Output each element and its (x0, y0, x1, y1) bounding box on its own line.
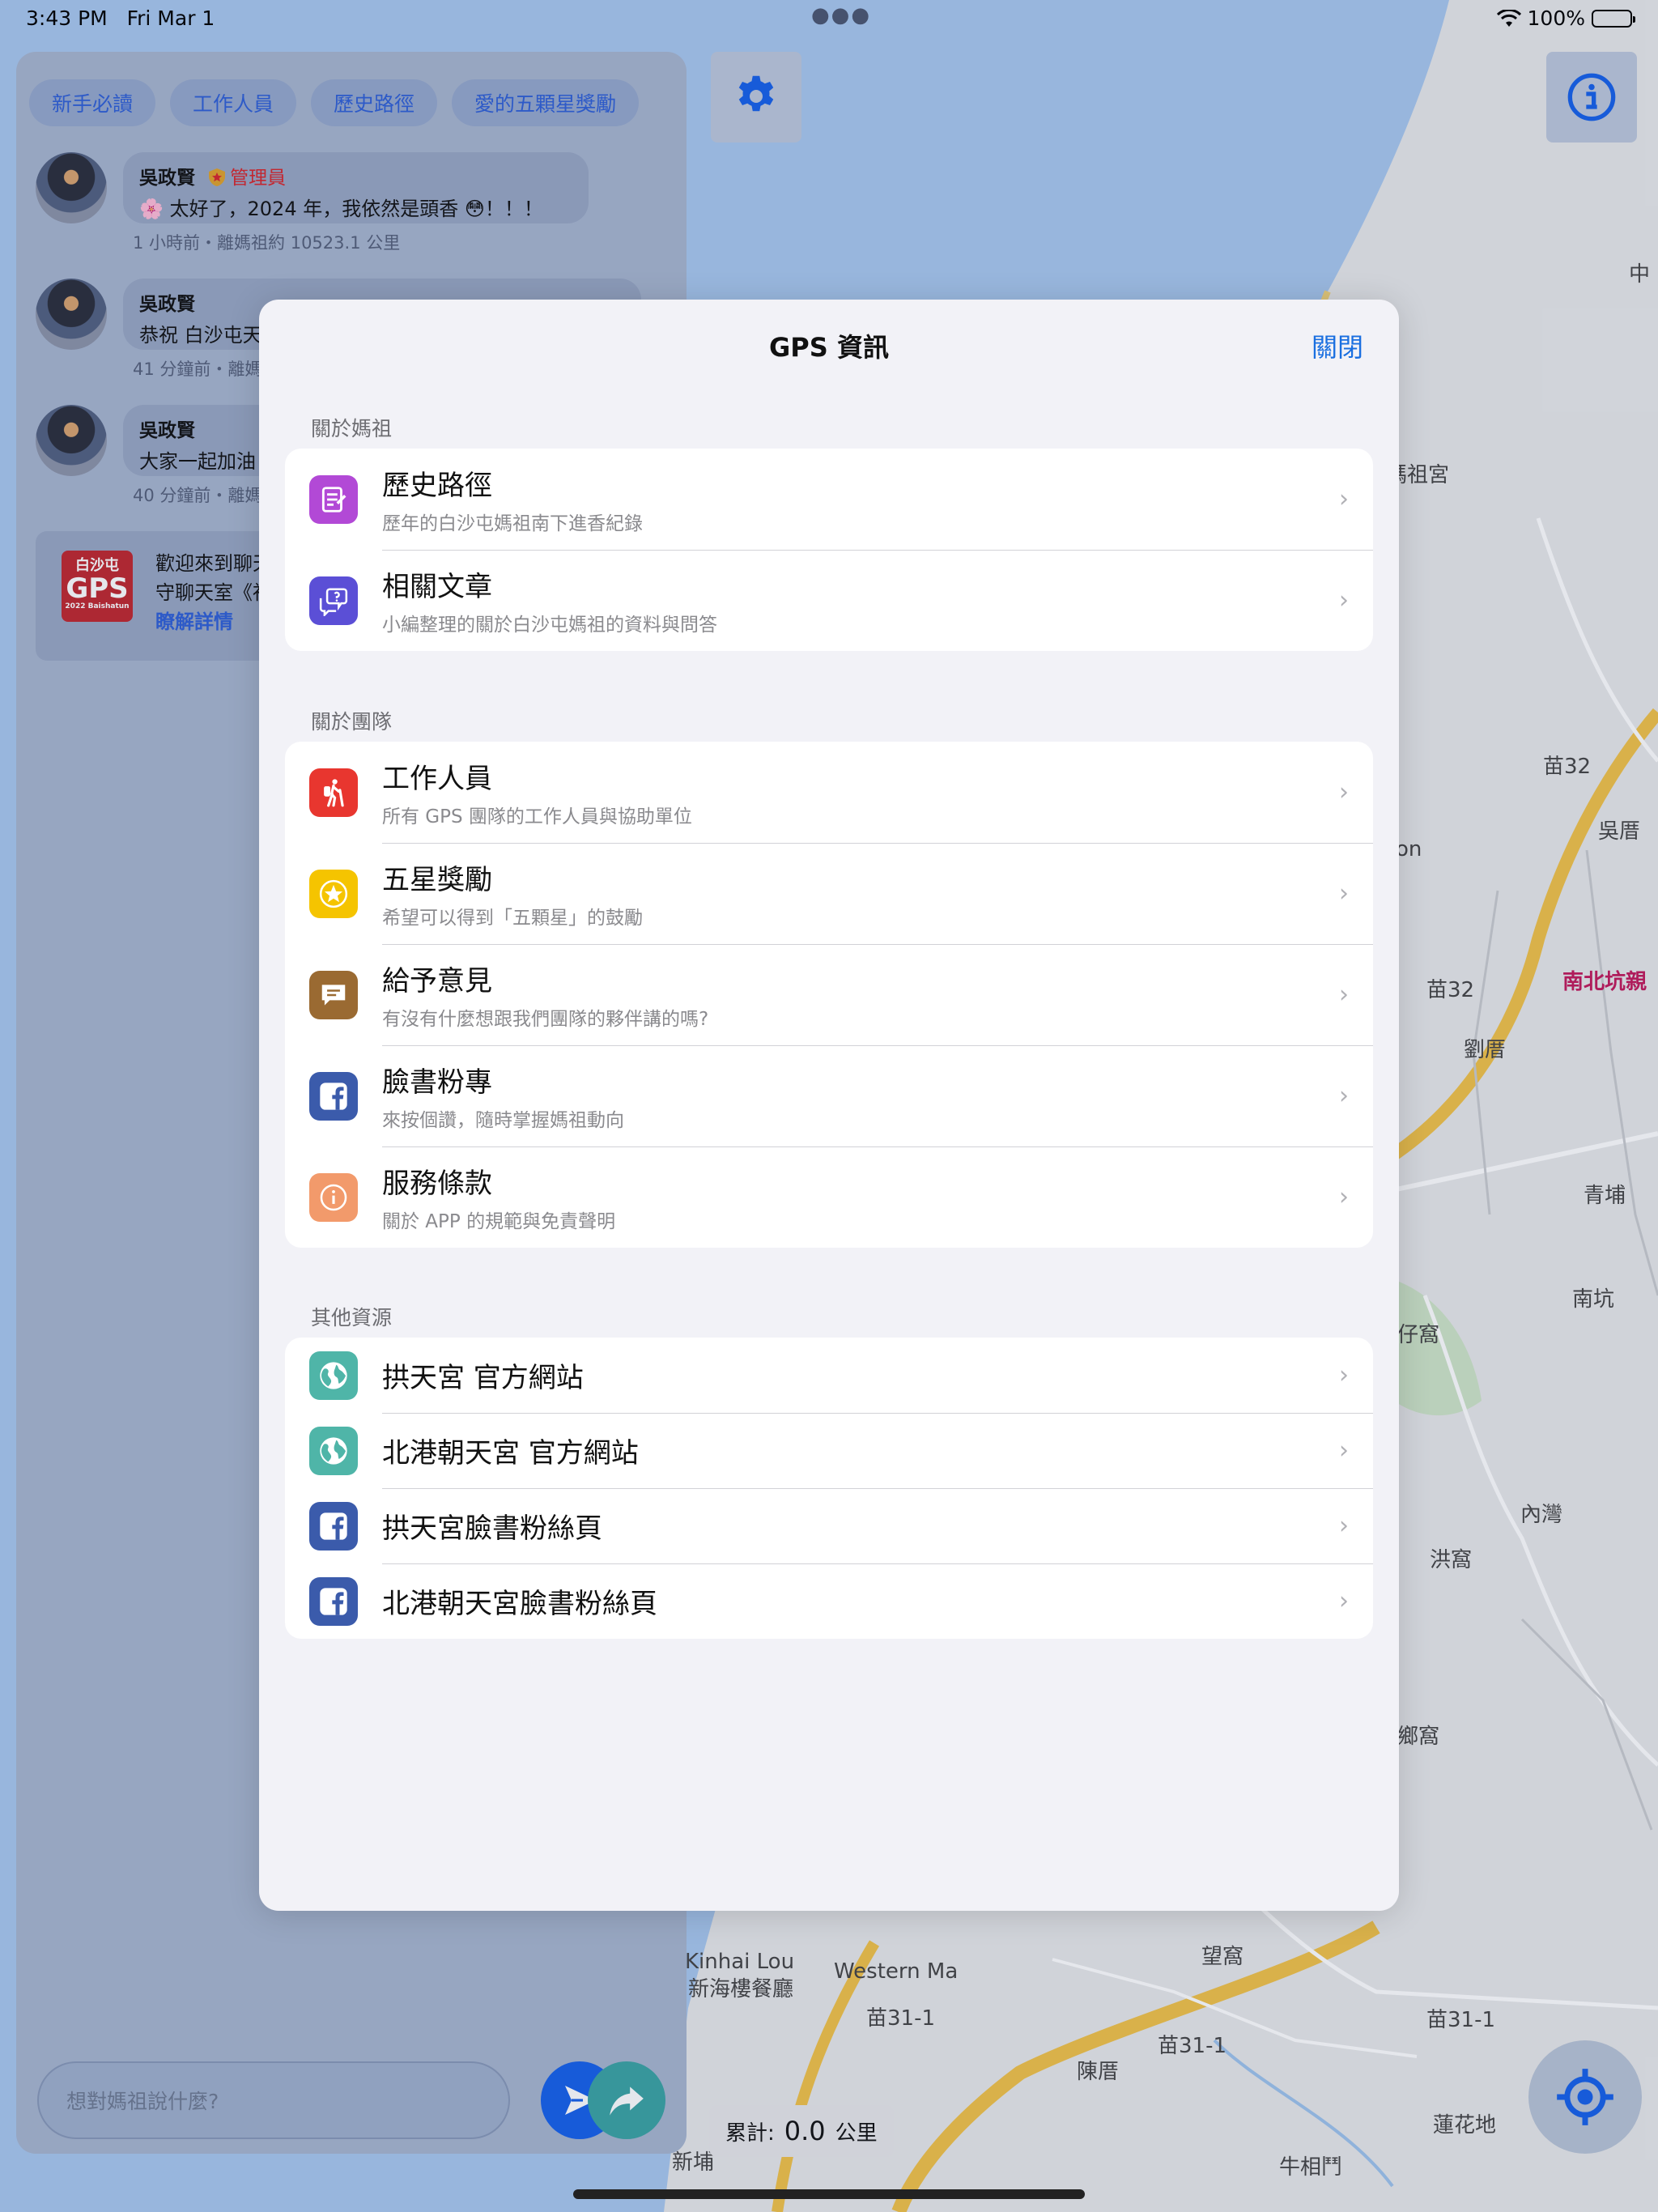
section-header-resources: 其他資源 (311, 1306, 393, 1329)
row-title: 五星獎勵 (382, 864, 492, 896)
row-staff[interactable]: 工作人員 所有 GPS 團隊的工作人員與協助單位 › (285, 742, 1373, 843)
chat-question-icon (309, 576, 358, 625)
chevron-right-icon: › (1339, 778, 1349, 806)
group-resources: 拱天宮 官方網站 › 北港朝天宮 官方網站 › 拱天宮臉書粉絲頁 › 北港朝天宮… (285, 1338, 1373, 1639)
row-five-star[interactable]: 五星獎勵 希望可以得到「五顆星」的鼓勵 › (285, 843, 1373, 944)
facebook-icon (309, 1576, 358, 1626)
chevron-right-icon: › (1339, 981, 1349, 1009)
row-title: 給予意見 (382, 965, 492, 998)
facebook-icon (309, 1501, 358, 1551)
facebook-icon (309, 1071, 358, 1121)
row-text: 相關文章 小編整理的關於白沙屯媽祖的資料與問答 (382, 564, 717, 636)
row-subtitle: 有沒有什麼想跟我們團隊的夥伴講的嗎? (382, 1009, 709, 1030)
row-text: 工作人員 所有 GPS 團隊的工作人員與協助單位 (382, 756, 692, 828)
globe-icon (309, 1351, 358, 1400)
row-subtitle: 所有 GPS 團隊的工作人員與協助單位 (382, 806, 692, 827)
row-title: 拱天宮 官方網站 (382, 1362, 584, 1394)
row-title: 北港朝天宮 官方網站 (382, 1437, 639, 1470)
row-title: 拱天宮臉書粉絲頁 (382, 1512, 602, 1545)
group-mazu: 歷史路徑 歷年的白沙屯媽祖南下進香紀錄 › 相關文章 小編整理的關於白沙屯媽祖的… (285, 449, 1373, 651)
modal-title: GPS 資訊 (769, 332, 889, 363)
row-title: 相關文章 (382, 571, 492, 603)
row-chaotian-website[interactable]: 北港朝天宮 官方網站 › (285, 1413, 1373, 1488)
row-related-articles[interactable]: 相關文章 小編整理的關於白沙屯媽祖的資料與問答 › (285, 550, 1373, 651)
row-subtitle: 歷年的白沙屯媽祖南下進香紀錄 (382, 513, 643, 534)
chevron-right-icon: › (1339, 1512, 1349, 1540)
section-header-team: 關於團隊 (311, 710, 393, 734)
chevron-right-icon: › (1339, 1183, 1349, 1211)
chevron-right-icon: › (1339, 1082, 1349, 1110)
row-terms-of-service[interactable]: 服務條款 關於 APP 的規範與免責聲明 › (285, 1146, 1373, 1248)
row-text: 服務條款 關於 APP 的規範與免責聲明 (382, 1161, 615, 1233)
gps-info-modal: GPS 資訊 關閉 關於媽祖 歷史路徑 歷年的白沙屯媽祖南下進香紀錄 › 相關文… (259, 300, 1399, 1911)
row-title: 工作人員 (382, 763, 492, 795)
row-title: 臉書粉專 (382, 1066, 492, 1099)
row-subtitle: 希望可以得到「五顆星」的鼓勵 (382, 908, 643, 929)
section-header-mazu: 關於媽祖 (311, 417, 393, 440)
close-button[interactable]: 關閉 (1312, 327, 1363, 364)
chevron-right-icon: › (1339, 586, 1349, 615)
row-text: 北港朝天宮 官方網站 (382, 1431, 639, 1470)
chevron-right-icon: › (1339, 1361, 1349, 1389)
row-facebook-fanpage[interactable]: 臉書粉專 來按個讚，隨時掌握媽祖動向 › (285, 1045, 1373, 1146)
row-chaotian-facebook[interactable]: 北港朝天宮臉書粉絲頁 › (285, 1563, 1373, 1639)
row-text: 臉書粉專 來按個讚，隨時掌握媽祖動向 (382, 1060, 624, 1132)
group-team: 工作人員 所有 GPS 團隊的工作人員與協助單位 › 五星獎勵 希望可以得到「五… (285, 742, 1373, 1248)
row-gongtian-facebook[interactable]: 拱天宮臉書粉絲頁 › (285, 1488, 1373, 1563)
row-text: 拱天宮臉書粉絲頁 (382, 1506, 602, 1546)
chevron-right-icon: › (1339, 485, 1349, 513)
row-gongtian-website[interactable]: 拱天宮 官方網站 › (285, 1338, 1373, 1413)
row-subtitle: 小編整理的關於白沙屯媽祖的資料與問答 (382, 615, 717, 636)
row-title: 北港朝天宮臉書粉絲頁 (382, 1588, 657, 1620)
globe-icon (309, 1426, 358, 1475)
chevron-right-icon: › (1339, 1587, 1349, 1615)
row-title: 服務條款 (382, 1168, 492, 1200)
message-icon (309, 970, 358, 1019)
row-text: 北港朝天宮臉書粉絲頁 (382, 1581, 657, 1621)
star-icon (309, 869, 358, 918)
row-subtitle: 來按個讚，隨時掌握媽祖動向 (382, 1110, 624, 1131)
hiker-icon (309, 768, 358, 817)
chevron-right-icon: › (1339, 879, 1349, 908)
row-text: 拱天宮 官方網站 (382, 1355, 584, 1395)
row-text: 歷史路徑 歷年的白沙屯媽祖南下進香紀錄 (382, 463, 643, 535)
home-indicator[interactable] (573, 2189, 1085, 2199)
row-text: 五星獎勵 希望可以得到「五顆星」的鼓勵 (382, 857, 643, 929)
row-title: 歷史路徑 (382, 470, 492, 502)
row-history-route[interactable]: 歷史路徑 歷年的白沙屯媽祖南下進香紀錄 › (285, 449, 1373, 550)
chevron-right-icon: › (1339, 1436, 1349, 1465)
scroll-icon (309, 474, 358, 524)
info-icon (309, 1172, 358, 1222)
row-text: 給予意見 有沒有什麼想跟我們團隊的夥伴講的嗎? (382, 959, 708, 1031)
row-feedback[interactable]: 給予意見 有沒有什麼想跟我們團隊的夥伴講的嗎? › (285, 944, 1373, 1045)
row-subtitle: 關於 APP 的規範與免責聲明 (382, 1211, 616, 1232)
